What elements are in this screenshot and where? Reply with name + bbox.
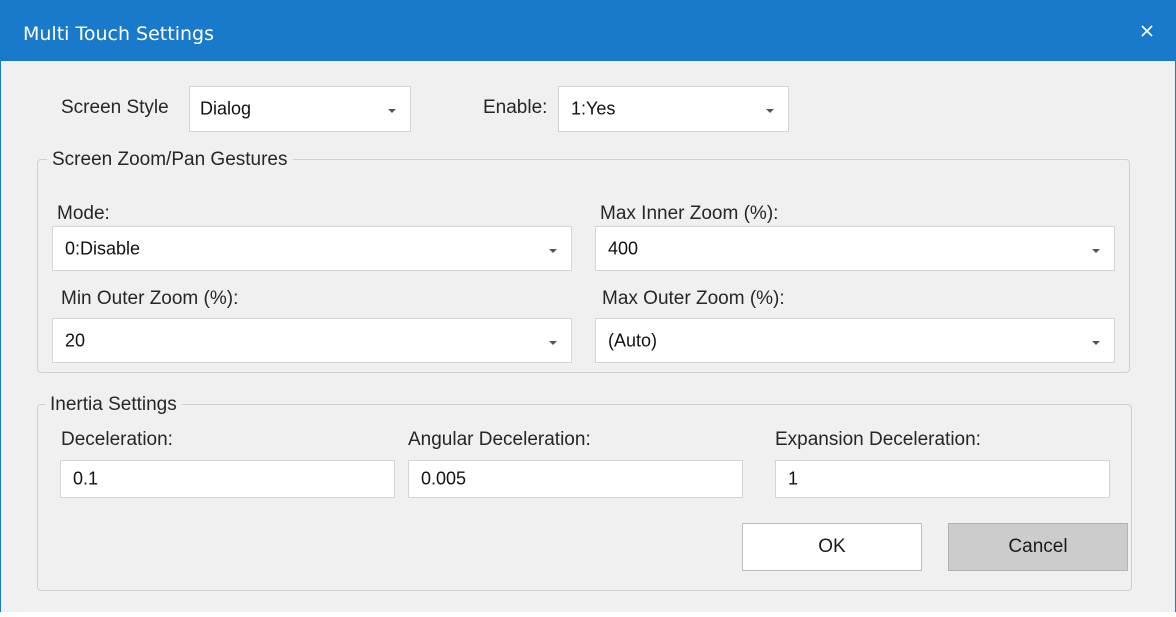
max-outer-zoom-select[interactable]: (Auto): [595, 318, 1115, 363]
mode-label: Mode:: [57, 203, 110, 224]
chevron-down-icon: [1092, 248, 1100, 253]
enable-label: Enable:: [483, 97, 548, 118]
zoom-pan-group-title: Screen Zoom/Pan Gestures: [47, 149, 293, 171]
chevron-down-icon: [1092, 340, 1100, 345]
max-inner-zoom-label: Max Inner Zoom (%):: [600, 203, 779, 224]
title-bar: Multi Touch Settings: [1, 1, 1175, 61]
dialog-window: Multi Touch Settings Screen Style Dialog…: [0, 0, 1176, 617]
min-outer-zoom-label: Min Outer Zoom (%):: [61, 288, 239, 309]
max-outer-zoom-value: (Auto): [608, 330, 658, 350]
max-inner-zoom-select[interactable]: 400: [595, 226, 1115, 271]
deceleration-input[interactable]: 0.1: [60, 460, 395, 498]
max-inner-zoom-value: 400: [608, 238, 639, 258]
deceleration-label: Deceleration:: [61, 429, 173, 450]
min-outer-zoom-select[interactable]: 20: [52, 318, 572, 363]
window-title: Multi Touch Settings: [23, 23, 214, 45]
inertia-group-title: Inertia Settings: [45, 394, 182, 416]
angular-deceleration-label: Angular Deceleration:: [408, 429, 591, 450]
screen-style-value: Dialog: [200, 98, 252, 119]
enable-value: 1:Yes: [571, 98, 616, 119]
chevron-down-icon: [549, 340, 557, 345]
chevron-down-icon: [549, 248, 557, 253]
min-outer-zoom-value: 20: [65, 330, 86, 350]
expansion-deceleration-value: 1: [788, 468, 799, 489]
expansion-deceleration-input[interactable]: 1: [775, 460, 1110, 498]
max-outer-zoom-label: Max Outer Zoom (%):: [602, 288, 785, 309]
cancel-button[interactable]: Cancel: [948, 523, 1128, 571]
deceleration-value: 0.1: [73, 468, 99, 489]
expansion-deceleration-label: Expansion Deceleration:: [775, 429, 981, 450]
mode-value: 0:Disable: [65, 238, 141, 258]
ok-button[interactable]: OK: [742, 523, 922, 571]
screen-style-label: Screen Style: [61, 97, 169, 118]
screen-style-select[interactable]: Dialog: [189, 86, 411, 132]
angular-deceleration-input[interactable]: 0.005: [408, 460, 743, 498]
chevron-down-icon: [388, 109, 396, 113]
close-icon: [1141, 25, 1153, 37]
window-bottom-edge: [0, 612, 1176, 617]
close-button[interactable]: [1119, 1, 1175, 61]
chevron-down-icon: [766, 109, 774, 113]
enable-select[interactable]: 1:Yes: [558, 86, 789, 132]
angular-deceleration-value: 0.005: [421, 468, 467, 489]
mode-select[interactable]: 0:Disable: [52, 226, 572, 271]
